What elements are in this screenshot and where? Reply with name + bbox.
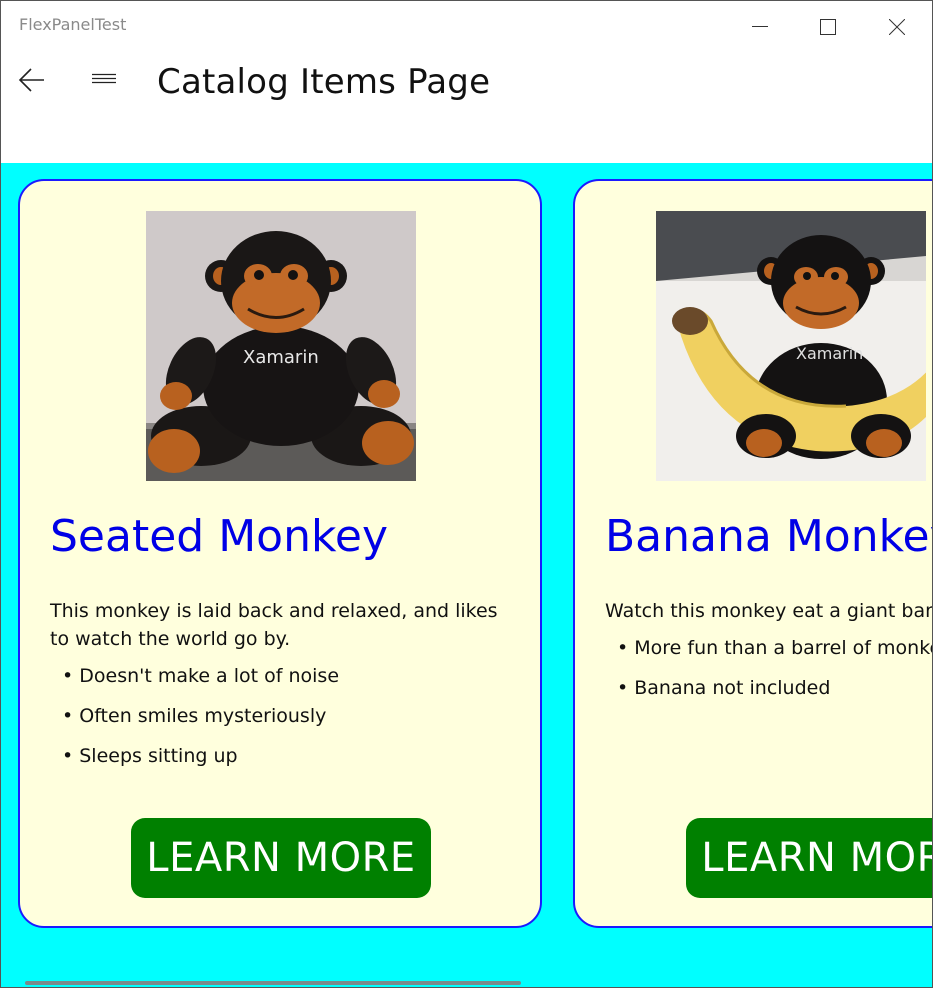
close-button[interactable] [864, 1, 930, 53]
title-bar: FlexPanelTest [1, 1, 932, 53]
catalog-scroll-area[interactable]: Xamarin Seated Monkey This monkey is lai [1, 163, 932, 987]
list-item: More fun than a barrel of monkeys [617, 637, 932, 659]
back-arrow-icon [18, 68, 44, 92]
seated-monkey-photo: Xamarin [146, 211, 416, 481]
card-description: Watch this monkey eat a giant banana. [605, 600, 932, 622]
hamburger-icon [92, 73, 116, 84]
app-title: FlexPanelTest [19, 15, 127, 34]
svg-text:Xamarin: Xamarin [796, 344, 863, 363]
maximize-icon [820, 19, 836, 35]
horizontal-scrollbar[interactable] [25, 981, 521, 985]
navigation-bar: Catalog Items Page [1, 53, 932, 163]
card-title: Seated Monkey [50, 511, 388, 562]
hamburger-menu-button[interactable] [85, 63, 125, 99]
card-description: This monkey is laid back and relaxed, an… [50, 600, 498, 650]
back-button[interactable] [13, 63, 53, 99]
app-window: FlexPanelTest Catalog Items Page Xamarin… [0, 0, 933, 988]
list-item: Banana not included [617, 677, 932, 699]
card-title: Banana Monkey [605, 511, 932, 562]
close-icon [889, 19, 905, 35]
banana-monkey-photo: Xamarin [656, 211, 926, 481]
minimize-button[interactable] [727, 1, 793, 53]
maximize-button[interactable] [795, 1, 861, 53]
svg-text:Xamarin: Xamarin [243, 347, 319, 368]
catalog-card-seated-monkey: Xamarin Seated Monkey This monkey is lai [18, 179, 542, 928]
list-item: Often smiles mysteriously [62, 705, 339, 727]
catalog-card-banana-monkey: Xamarin Banana Monkey Watch this monkey … [573, 179, 932, 928]
feature-list: More fun than a barrel of monkeys Banana… [617, 637, 932, 717]
learn-more-button[interactable]: LEARN MORE [131, 818, 431, 898]
feature-list: Doesn't make a lot of noise Often smiles… [62, 665, 339, 785]
list-item: Doesn't make a lot of noise [62, 665, 339, 687]
learn-more-button[interactable]: LEARN MORE [686, 818, 932, 898]
page-title: Catalog Items Page [157, 62, 491, 102]
list-item: Sleeps sitting up [62, 745, 339, 767]
minimize-icon [752, 26, 768, 27]
